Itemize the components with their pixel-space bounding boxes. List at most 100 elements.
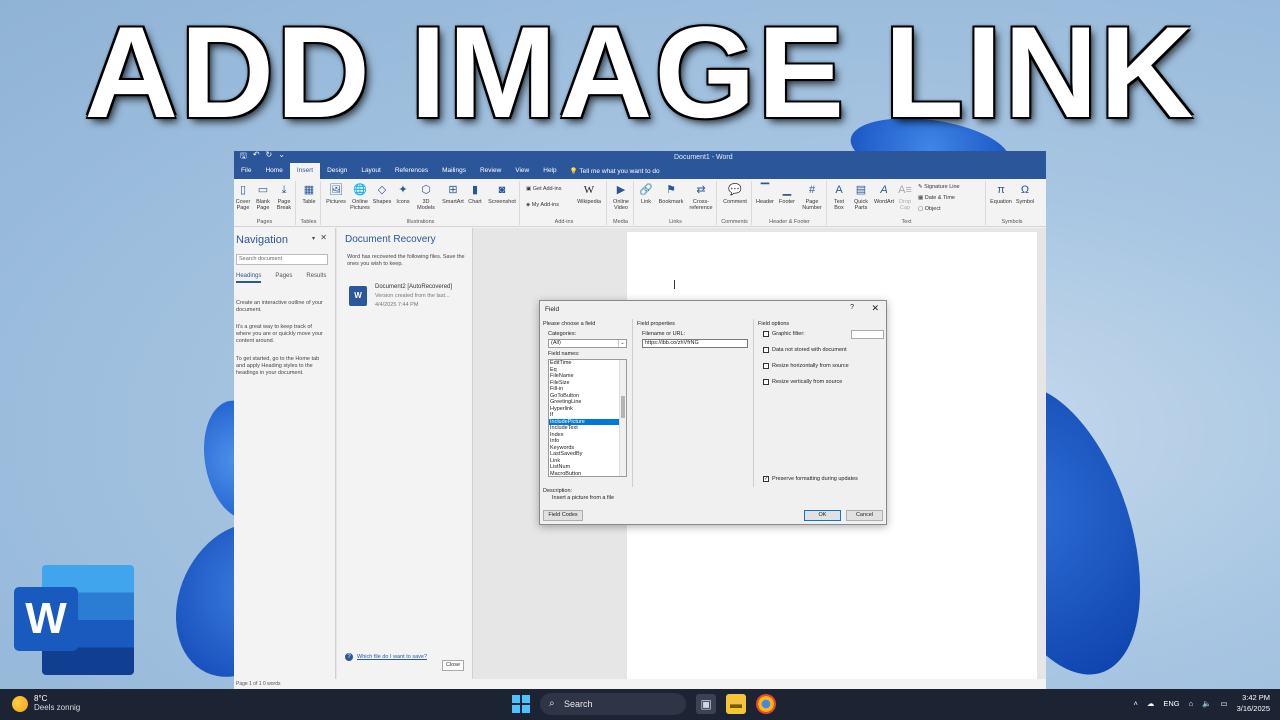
chevron-down-icon[interactable]: ▾ <box>312 235 315 242</box>
graphic-filter-input[interactable] <box>851 330 884 339</box>
chrome-icon[interactable] <box>756 694 776 714</box>
smartart-button[interactable]: ⊞ SmartArt <box>440 183 466 205</box>
resize-horizontal-checkbox[interactable]: Resize horizontally from source <box>763 363 849 369</box>
group-pages: ▯ Cover Page ▭ Blank Page ⤓ Page Break Page… <box>234 181 296 225</box>
battery-icon[interactable]: ▭ <box>1221 699 1228 708</box>
recovered-doc-version: Version created from the last... <box>375 293 450 299</box>
cloud-icon[interactable]: ☁ <box>1147 699 1155 708</box>
text-cursor <box>674 280 675 289</box>
shapes-button[interactable]: ◇ Shapes <box>372 183 392 205</box>
tab-pages[interactable]: Pages <box>275 273 292 283</box>
wikipedia-button[interactable]: W Wikipedia <box>574 183 604 205</box>
quick-parts-button[interactable]: ▤ Quick Parts <box>850 183 872 211</box>
cross-reference-button[interactable]: ⇄ Cross-reference <box>687 183 715 211</box>
nav-search-input[interactable]: Search document <box>236 254 328 265</box>
pi-icon: π <box>997 184 1005 196</box>
language-indicator[interactable]: ENG <box>1163 699 1179 708</box>
tab-file[interactable]: File <box>234 163 258 179</box>
recovery-title: Document Recovery <box>345 234 436 245</box>
tab-results[interactable]: Results <box>306 273 326 283</box>
system-tray: ˄ ☁ ENG ⌂ 🔈 ▭ 3:42 PM 3/16/2025 <box>1134 692 1271 714</box>
tab-headings[interactable]: Headings <box>236 273 262 283</box>
pictures-button[interactable]: 🖼 Pictures <box>324 183 348 205</box>
tab-home[interactable]: Home <box>258 163 289 179</box>
screenshot-button[interactable]: ◙ Screenshot <box>486 183 518 205</box>
tab-design[interactable]: Design <box>320 163 354 179</box>
recovery-subtitle: Word has recovered the following files. … <box>347 254 465 267</box>
date-time-button[interactable]: ▦ Date & Time <box>918 195 955 201</box>
checkmark-icon: ✓ <box>763 476 769 482</box>
field-codes-button[interactable]: Field Codes <box>543 510 583 521</box>
wordart-button[interactable]: A WordArt <box>873 183 895 205</box>
volume-icon[interactable]: 🔈 <box>1202 699 1211 708</box>
page-break-icon: ⤓ <box>281 184 287 196</box>
close-icon[interactable]: ✕ <box>320 233 327 242</box>
equation-button[interactable]: π Equation <box>989 183 1013 205</box>
signature-line-button[interactable]: ✎ Signature Line <box>918 184 960 190</box>
data-not-stored-checkbox[interactable]: Data not stored with document <box>763 347 847 353</box>
tell-me-search[interactable]: 💡 Tell me what you want to do <box>570 167 660 175</box>
tab-references[interactable]: References <box>388 163 435 179</box>
cover-page-button[interactable]: ▯ Cover Page <box>234 183 252 211</box>
ok-button[interactable]: OK <box>804 510 841 521</box>
icons-button[interactable]: ✦ Icons <box>394 183 412 205</box>
help-icon[interactable]: ? <box>850 304 854 311</box>
list-item[interactable]: MacroButton <box>549 471 626 477</box>
tab-help[interactable]: Help <box>536 163 563 179</box>
online-video-button[interactable]: ▶ Online Video <box>610 183 632 211</box>
weather-widget[interactable]: 8°C Deels zonnig <box>12 694 80 712</box>
table-button[interactable]: ▦ Table <box>300 183 318 205</box>
chart-button[interactable]: ▮ Chart <box>466 183 484 205</box>
clock-date: 3/16/2025 <box>1236 704 1270 713</box>
get-addins-button[interactable]: ▣ Get Add-ins <box>526 186 561 192</box>
tab-view[interactable]: View <box>508 163 536 179</box>
page-number-button[interactable]: # Page Number <box>799 183 825 211</box>
blank-page-button[interactable]: ▭ Blank Page <box>254 183 272 211</box>
resize-vertical-checkbox[interactable]: Resize vertically from source <box>763 379 842 385</box>
cancel-button[interactable]: Cancel <box>846 510 883 521</box>
divider <box>753 319 754 487</box>
file-explorer-icon[interactable]: ▬ <box>726 694 746 714</box>
nav-help-text: It's a great way to keep track of where … <box>236 324 323 344</box>
recovered-document-item[interactable]: W Document2 [AutoRecovered] Version crea… <box>349 284 467 312</box>
store-icon: ▣ <box>526 186 533 192</box>
footer-button[interactable]: ▁ Footer <box>777 183 797 205</box>
online-pictures-button[interactable]: 🌐 Online Pictures <box>348 183 372 211</box>
network-icon[interactable]: ⌂ <box>1189 699 1194 708</box>
chevron-up-icon[interactable]: ˄ <box>1134 699 1138 708</box>
tab-mailings[interactable]: Mailings <box>435 163 473 179</box>
recovery-close-button[interactable]: Close <box>442 660 464 671</box>
link-button[interactable]: 🔗 Link <box>637 183 655 205</box>
object-button[interactable]: ▢ Object <box>918 206 941 212</box>
scrollbar-thumb[interactable] <box>621 396 625 418</box>
3d-models-button[interactable]: ⬡ 3D Models <box>414 183 438 211</box>
filename-url-input[interactable]: https://ibb.co/zhVfrNG <box>642 339 748 348</box>
bookmark-button[interactable]: ⚑ Bookmark <box>657 183 685 205</box>
clock[interactable]: 3:42 PM 3/16/2025 <box>1237 692 1270 714</box>
field-names-list[interactable]: EditTime Eq FileName FileSize Fill-in Go… <box>548 359 627 477</box>
page-break-button[interactable]: ⤓ Page Break <box>275 183 293 211</box>
preserve-formatting-checkbox[interactable]: ✓ Preserve formatting during updates <box>763 476 858 482</box>
drop-cap-button[interactable]: A≡ Drop Cap <box>896 183 914 211</box>
categories-select[interactable]: (All) ⌄ <box>548 339 627 348</box>
choose-field-heading: Please choose a field <box>543 321 596 327</box>
tab-layout[interactable]: Layout <box>354 163 388 179</box>
text-box-button[interactable]: A Text Box <box>830 183 848 211</box>
which-file-help-link[interactable]: ? Which file do I want to save? <box>345 653 427 661</box>
list-scrollbar[interactable] <box>619 360 626 476</box>
word-logo-letter: W <box>14 587 78 651</box>
header-button[interactable]: ▔ Header <box>755 183 775 205</box>
tab-review[interactable]: Review <box>473 163 508 179</box>
task-view-icon[interactable]: ▣ <box>696 694 716 714</box>
symbol-button[interactable]: Ω Symbol <box>1014 183 1036 205</box>
bookmark-icon: ⚑ <box>666 184 676 196</box>
windows-start-icon[interactable] <box>512 695 530 713</box>
my-addins-button[interactable]: ◈ My Add-ins <box>526 202 559 208</box>
header-icon: ▔ <box>760 184 770 196</box>
tab-insert[interactable]: Insert <box>289 163 321 179</box>
comment-button[interactable]: 💬 Comment <box>720 183 750 205</box>
taskbar-search[interactable]: ⌕ Search <box>540 693 686 715</box>
close-icon[interactable]: ✕ <box>871 303 879 314</box>
graphic-filter-checkbox[interactable]: Graphic filter: <box>763 331 805 337</box>
group-label: Text <box>901 219 912 225</box>
